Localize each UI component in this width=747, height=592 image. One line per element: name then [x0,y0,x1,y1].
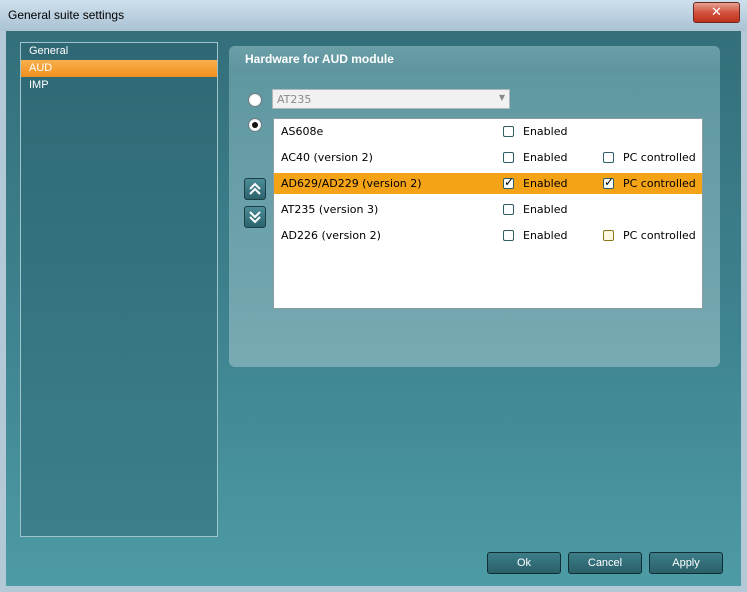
enabled-checkbox[interactable] [503,204,514,215]
checkmark-icon: ✓ [504,175,515,189]
pc-controlled-label: PC controlled [623,177,696,190]
pc-controlled-checkbox[interactable] [603,230,614,241]
device-name: AC40 (version 2) [281,151,373,164]
device-row[interactable]: AC40 (version 2) Enabled PC controlled [274,147,702,168]
device-name: AD226 (version 2) [281,229,381,242]
radio-device-list[interactable] [248,118,262,132]
window-title: General suite settings [8,8,125,22]
chevron-down-icon: ▼ [498,93,505,102]
enabled-label: Enabled [523,125,568,138]
enabled-checkbox[interactable] [503,126,514,137]
enabled-checkbox[interactable] [503,230,514,241]
device-combo[interactable]: AT235 ▼ [272,89,510,109]
radio-single-device[interactable] [248,93,262,107]
title-bar: General suite settings ✕ [0,0,747,32]
device-name: AD629/AD229 (version 2) [281,177,422,190]
enabled-label: Enabled [523,203,568,216]
device-combo-value: AT235 [277,93,312,106]
double-chevron-down-icon [249,211,261,224]
settings-nav-tree: General AUD IMP [20,42,218,537]
nav-item-aud[interactable]: AUD [21,60,217,77]
window-frame-right [741,31,747,592]
enabled-label: Enabled [523,151,568,164]
move-down-button[interactable] [244,206,266,228]
checkmark-icon: ✓ [604,175,615,189]
enabled-label: Enabled [523,229,568,242]
window-frame-bottom [0,586,747,592]
enabled-checkbox[interactable] [503,152,514,163]
device-name: AS608e [281,125,324,138]
pc-controlled-checkbox[interactable] [603,152,614,163]
close-button[interactable]: ✕ [693,2,740,23]
nav-item-imp[interactable]: IMP [21,77,217,94]
nav-item-general[interactable]: General [21,43,217,60]
move-up-button[interactable] [244,178,266,200]
device-row[interactable]: AD226 (version 2) Enabled PC controlled [274,225,702,246]
panel-title: Hardware for AUD module [245,52,394,66]
pc-controlled-label: PC controlled [623,229,696,242]
enabled-label: Enabled [523,177,568,190]
cancel-button[interactable]: Cancel [568,552,642,574]
ok-button[interactable]: Ok [487,552,561,574]
device-row-selected[interactable]: AD629/AD229 (version 2) ✓ Enabled ✓ PC c… [274,173,702,194]
device-name: AT235 (version 3) [281,203,379,216]
radio-selected-dot [252,122,258,128]
device-list[interactable]: AS608e Enabled AC40 (version 2) Enabled … [273,118,703,309]
apply-button[interactable]: Apply [649,552,723,574]
panel-header: Hardware for AUD module [229,46,720,73]
enabled-checkbox[interactable]: ✓ [503,175,515,189]
device-row[interactable]: AS608e Enabled [274,121,702,142]
close-icon: ✕ [711,5,722,20]
double-chevron-up-icon [249,182,261,195]
pc-controlled-checkbox[interactable]: ✓ [603,175,615,189]
pc-controlled-label: PC controlled [623,151,696,164]
device-row[interactable]: AT235 (version 3) Enabled [274,199,702,220]
